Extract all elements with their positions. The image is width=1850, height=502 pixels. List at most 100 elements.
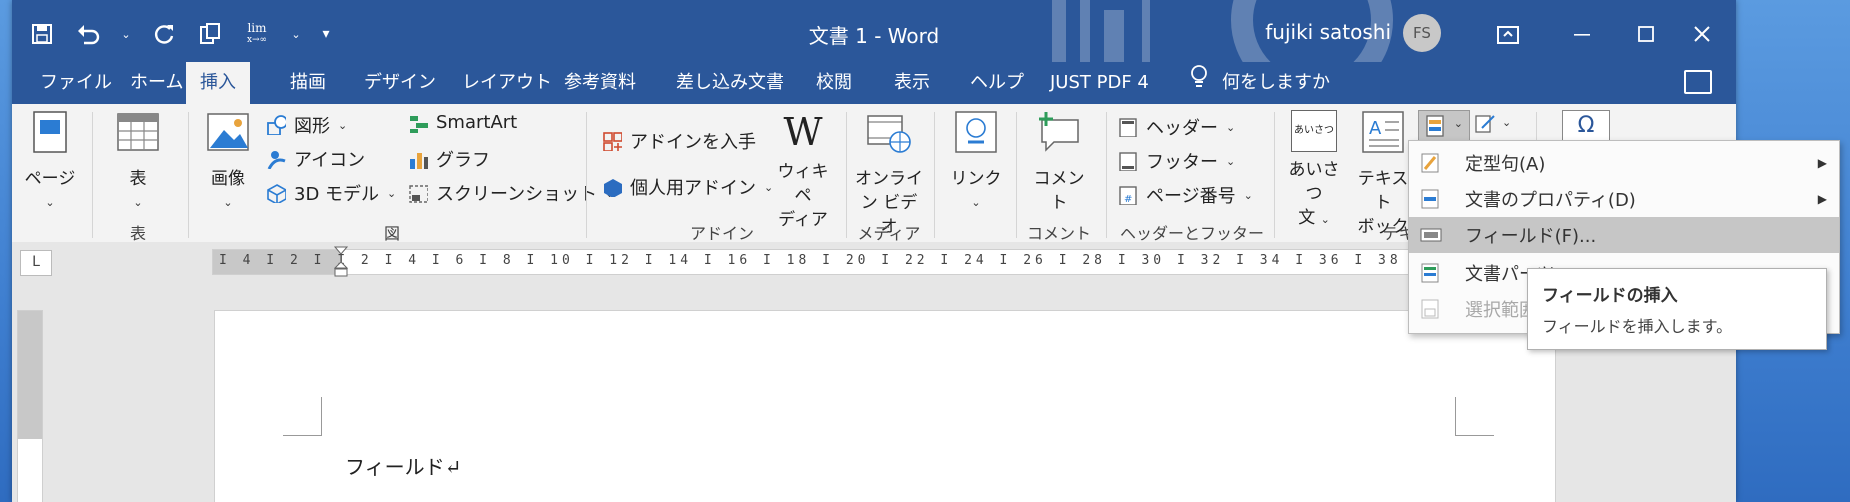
footer-icon [1119,152,1137,171]
screenshot-button[interactable]: スクリーンショット⌄ [408,180,614,206]
crop-mark-right [1455,397,1494,436]
user-name[interactable]: fujiki satoshi [1265,20,1391,44]
lightbulb-icon [1190,62,1208,104]
comment-button[interactable]: コメント [1026,110,1092,215]
tab-view[interactable]: 表示 [880,62,944,104]
document-page[interactable]: フィールド↵ [214,310,1556,502]
tab-layout[interactable]: レイアウト [448,62,566,104]
signature-line-button[interactable]: ⌄ [1474,112,1518,138]
link-label: リンク [950,169,1002,189]
my-addins-icon [604,179,622,197]
building-blocks-icon [1421,263,1439,283]
page-number-button[interactable]: # ページ番号 ⌄ [1118,182,1253,208]
chevron-right-icon: ▶ [1817,192,1827,206]
tab-mailings[interactable]: 差し込み文書 [662,62,798,104]
tab-references[interactable]: 参考資料 [550,62,650,104]
wikipedia-label-1: ウィキペ [777,162,829,206]
textbox-label-1: テキスト [1357,169,1409,213]
symbol-omega-icon[interactable]: Ω [1562,110,1610,142]
online-video-icon [867,115,911,153]
icons-button[interactable]: アイコン [266,146,365,172]
group-label-media: メディア [857,224,921,243]
tell-me-search[interactable]: 何をしますか [1176,62,1344,104]
image-icon [207,113,249,151]
wikipedia-icon: W [783,110,823,154]
get-addins-button[interactable]: アドインを入手 [602,128,756,154]
greeting-label-1: あいさつ [1288,160,1340,204]
link-icon [955,111,997,153]
link-button[interactable]: リンク ⌄ [944,110,1008,215]
maximize-icon[interactable] [1626,14,1666,54]
smartart-button[interactable]: SmartArt [408,112,517,133]
textbox-icon: A [1362,111,1404,153]
tab-file[interactable]: ファイル [26,62,126,104]
chevron-down-icon: ⌄ [1226,154,1236,168]
document-text[interactable]: フィールド↵ [345,451,461,480]
my-addins-button[interactable]: 個人用アドイン ⌄ [602,174,773,200]
table-button[interactable]: 表 ⌄ [106,110,170,215]
my-addins-label: 個人用アドイン [630,178,756,199]
page-number-icon: # [1119,186,1137,205]
icons-icon [267,151,286,169]
window-title: 文書 1 - Word [808,24,940,48]
3d-model-button[interactable]: 3D モデル ⌄ [266,180,396,206]
group-label-addins: アドイン [689,224,754,243]
horizontal-ruler[interactable]: I 4 I 2 I I 2 I 4 I 6 I 8 I 10 I 12 I 14… [212,246,1736,278]
quick-parts-button[interactable]: ⌄ [1418,110,1470,142]
divider [846,112,847,238]
avatar[interactable]: FS [1403,14,1441,52]
chart-label: グラフ [436,150,490,171]
page-icon [33,111,67,153]
chevron-down-icon: ⌄ [971,196,981,209]
tab-selector[interactable]: L [20,250,52,276]
page-number-label: ページ番号 [1146,186,1236,207]
close-icon[interactable] [1682,14,1722,54]
menu-item-autotext[interactable]: 定型句(A) ▶ [1409,145,1839,181]
minimize-icon[interactable] [1562,14,1602,54]
vertical-ruler[interactable] [17,310,43,502]
group-label-table: 表 [129,224,146,243]
header-button[interactable]: ヘッダー ⌄ [1118,114,1235,140]
chevron-right-icon: ▶ [1817,156,1827,170]
chevron-down-icon: ⌄ [223,196,233,209]
ribbon-display-icon[interactable] [1488,14,1528,54]
menu-item-document-property[interactable]: 文書のプロパティ(D) ▶ [1409,181,1839,217]
icons-label: アイコン [294,150,366,171]
divider [934,112,935,238]
signature-icon [1475,115,1495,133]
autotext-icon [1421,153,1439,173]
chevron-down-icon: ⌄ [1226,120,1236,134]
divider [188,112,189,238]
comments-pane-icon[interactable] [1684,70,1712,94]
tab-draw[interactable]: 描画 [276,62,340,104]
indent-marker-icon[interactable] [334,246,348,278]
comment-label: コメント [1033,169,1085,213]
tab-just-pdf[interactable]: JUST PDF 4 [1036,62,1163,104]
field-label: フィールド(F)... [1465,226,1597,247]
document-property-label: 文書のプロパティ(D) [1465,190,1636,211]
svg-text:#: # [1124,194,1132,205]
menu-item-field[interactable]: フィールド(F)... [1409,217,1839,253]
shapes-button[interactable]: 図形 ⌄ [266,112,347,138]
screenshot-label: スクリーンショット [436,184,598,205]
table-label: 表 [129,169,147,189]
footer-label: フッター [1146,152,1218,173]
shapes-icon [267,115,286,135]
tab-help[interactable]: ヘルプ [956,62,1038,104]
tab-insert[interactable]: 挿入 [186,62,250,104]
page-button[interactable]: ページ ⌄ [22,110,78,215]
tell-me-label: 何をしますか [1222,72,1330,93]
chart-button[interactable]: グラフ [408,146,490,172]
svg-text:A: A [1369,118,1382,139]
chevron-down-icon: ⌄ [1243,188,1253,202]
divider [1274,112,1275,238]
image-button[interactable]: 画像 ⌄ [198,110,258,215]
footer-button[interactable]: フッター ⌄ [1118,148,1235,174]
page-label: ページ [24,169,76,189]
greeting-button[interactable]: あいさつ あいさつ 文 ⌄ [1282,110,1346,232]
tab-design[interactable]: デザイン [350,62,450,104]
wikipedia-button[interactable]: W ウィキペ ディア [770,110,836,232]
3d-model-label: 3D モデル [294,184,380,205]
tab-review[interactable]: 校閲 [802,62,866,104]
tooltip: フィールドの挿入 フィールドを挿入します。 [1527,268,1827,350]
